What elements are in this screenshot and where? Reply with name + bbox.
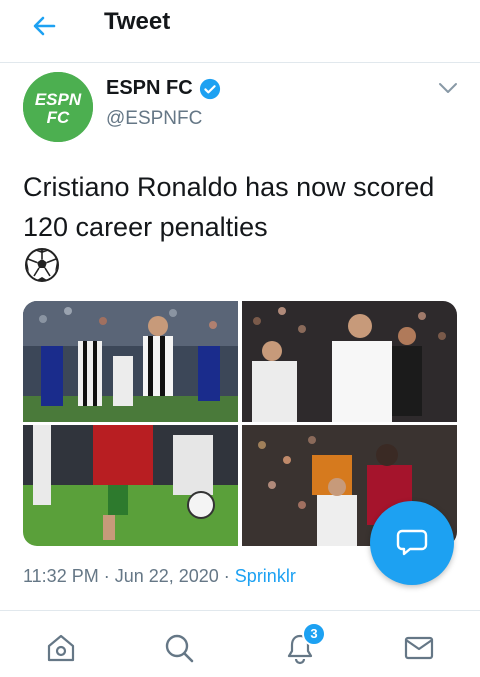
media-image-1[interactable] bbox=[23, 301, 238, 422]
soccer-ball-icon bbox=[23, 247, 61, 283]
media-divider-horizontal bbox=[23, 422, 457, 425]
top-bar: Tweet bbox=[0, 0, 480, 63]
reply-button[interactable] bbox=[370, 501, 454, 585]
notification-count-badge: 3 bbox=[302, 622, 326, 646]
messages-icon bbox=[404, 636, 434, 660]
chevron-down-icon[interactable] bbox=[437, 80, 459, 96]
nav-search[interactable] bbox=[162, 631, 196, 665]
search-icon bbox=[165, 634, 194, 663]
avatar-text-bottom: FC bbox=[47, 108, 70, 127]
media-image-3[interactable] bbox=[23, 425, 238, 546]
source-link[interactable]: Sprinklr bbox=[235, 566, 296, 586]
nav-messages[interactable] bbox=[402, 631, 436, 665]
avatar[interactable]: ESPN FC bbox=[23, 72, 93, 142]
timestamp: 11:32 PM · Jun 22, 2020 · bbox=[23, 566, 235, 586]
home-icon bbox=[47, 634, 75, 662]
handle[interactable]: @ESPNFC bbox=[106, 108, 202, 130]
nav-home[interactable] bbox=[44, 631, 78, 665]
bottom-nav bbox=[0, 610, 480, 677]
speech-bubble-icon bbox=[396, 529, 428, 556]
arrow-left-icon[interactable] bbox=[30, 12, 58, 40]
page-title: Tweet bbox=[104, 8, 171, 35]
media-image-2[interactable] bbox=[242, 301, 457, 422]
tweet-text: Cristiano Ronaldo has now scored 120 car… bbox=[23, 172, 435, 242]
verified-badge-icon bbox=[199, 78, 220, 99]
author-name-row[interactable]: ESPN FC bbox=[106, 77, 221, 100]
display-name[interactable]: ESPN FC bbox=[106, 77, 193, 100]
avatar-text-top: ESPN bbox=[35, 90, 82, 109]
tweet-meta: 11:32 PM · Jun 22, 2020 · Sprinklr bbox=[23, 566, 296, 587]
